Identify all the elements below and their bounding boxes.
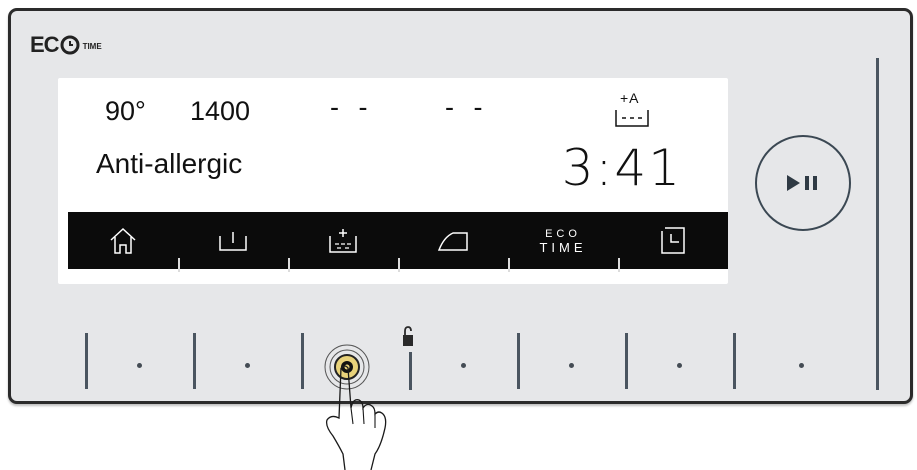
- touch-divider: [625, 333, 628, 389]
- tray-icon: [219, 231, 247, 251]
- touch-button-7[interactable]: [799, 363, 804, 368]
- touch-divider: [733, 333, 736, 389]
- touch-button-4[interactable]: [461, 363, 466, 368]
- ecotime-line2: TIME: [539, 239, 587, 255]
- menu-delay-timer[interactable]: [618, 212, 728, 269]
- touch-divider: [301, 333, 304, 389]
- menu-divider: [398, 258, 400, 272]
- option-value-1: - -: [330, 92, 374, 122]
- menu-dosing[interactable]: [288, 212, 398, 269]
- menu-divider: [288, 258, 290, 272]
- option-value-2: - -: [445, 92, 489, 122]
- logo-eco-text: EC: [30, 32, 60, 57]
- logo-time-text: TIME: [82, 41, 102, 51]
- menu-divider: [508, 258, 510, 272]
- menu-home[interactable]: [68, 212, 178, 269]
- remaining-time: 3:41: [561, 139, 682, 197]
- touch-divider: [85, 333, 88, 389]
- temperature-value: 90°: [105, 96, 146, 126]
- spin-value: 1400: [190, 96, 251, 126]
- lock-icon: [403, 326, 413, 346]
- menu-divider: [618, 258, 620, 272]
- touch-button-2[interactable]: [245, 363, 250, 368]
- delay-timer-icon: [661, 226, 685, 254]
- touch-button-5[interactable]: [569, 363, 574, 368]
- touch-button-1[interactable]: [137, 363, 142, 368]
- touch-divider: [409, 352, 412, 390]
- menu-iron[interactable]: [398, 212, 508, 269]
- menu-ecotime[interactable]: ECO TIME: [508, 212, 618, 269]
- dosing-icon: [329, 228, 357, 253]
- touch-divider: [193, 333, 196, 389]
- iron-icon: [437, 231, 468, 251]
- start-pause-button[interactable]: [755, 135, 851, 231]
- home-icon: [110, 227, 136, 254]
- play-pause-icon: [787, 175, 817, 191]
- ecotime-line1: ECO: [545, 227, 581, 240]
- touch-button-6[interactable]: [677, 363, 682, 368]
- clock-o-icon: [60, 35, 80, 55]
- right-divider: [876, 58, 879, 390]
- menu-tray[interactable]: [178, 212, 288, 269]
- ecotime-icon: ECO TIME: [539, 227, 586, 255]
- menu-divider: [178, 258, 180, 272]
- program-name: Anti-allergic: [96, 148, 243, 179]
- pointing-hand-icon: [325, 365, 387, 470]
- touch-divider: [517, 333, 520, 389]
- eco-time-logo: EC TIME: [30, 32, 102, 57]
- detergent-plus-icon: +A: [614, 90, 650, 130]
